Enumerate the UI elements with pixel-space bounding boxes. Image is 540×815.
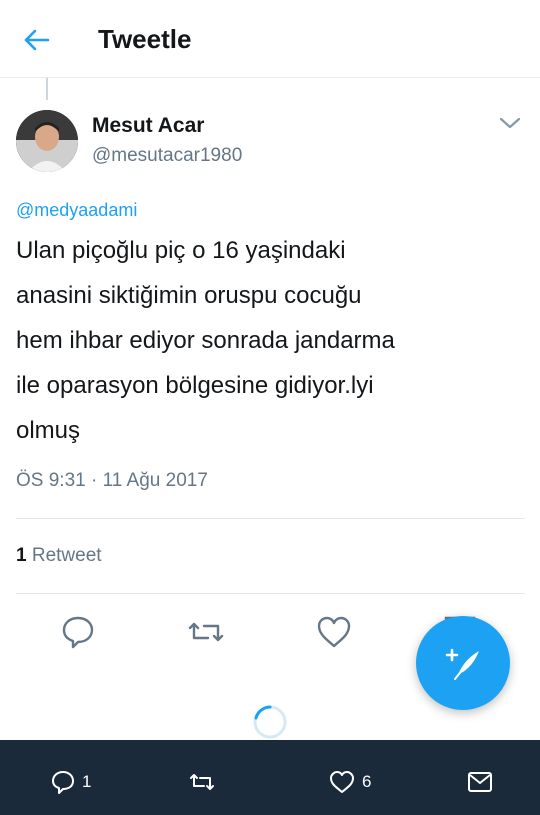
- tweet-text: Ulan piçoğlu piç o 16 yaşindaki anasini …: [16, 237, 395, 444]
- like-icon[interactable]: [314, 612, 354, 652]
- like-icon: [330, 771, 354, 793]
- bottom-retweet-button[interactable]: [188, 768, 216, 796]
- chevron-down-icon[interactable]: [497, 112, 523, 134]
- thread-connector-line: [46, 78, 48, 100]
- reply-to-mention[interactable]: @medyaadami: [16, 200, 137, 221]
- retweet-count: 1: [16, 545, 27, 566]
- author-handle[interactable]: @mesutacar1980: [92, 145, 242, 167]
- like-count: 6: [362, 772, 372, 791]
- arrow-left-icon[interactable]: [18, 22, 54, 58]
- compose-tweet-icon: [445, 648, 479, 680]
- retweet-icon[interactable]: [186, 612, 226, 652]
- bottom-message-button[interactable]: [466, 768, 494, 796]
- author-display-name[interactable]: Mesut Acar: [92, 114, 204, 138]
- bottom-like-button[interactable]: 6: [328, 768, 371, 796]
- avatar-image: [16, 110, 78, 172]
- bottom-reply-button[interactable]: 1: [50, 768, 91, 796]
- retweet-stats[interactable]: 1 Retweet: [16, 545, 102, 567]
- divider: [16, 518, 525, 519]
- retweet-label: Retweet: [31, 545, 102, 566]
- top-app-bar: Tweetle: [0, 0, 540, 78]
- tweet-timestamp: ÖS 9:31 · 11 Ağu 2017: [16, 470, 208, 491]
- loading-spinner: [253, 705, 287, 739]
- avatar[interactable]: [16, 110, 78, 172]
- page-title: Tweetle: [98, 24, 192, 54]
- reply-icon: [52, 771, 74, 794]
- bottom-action-bar: 1 6: [0, 740, 540, 815]
- divider: [16, 593, 525, 594]
- envelope-icon: [468, 772, 492, 792]
- reply-count: 1: [82, 772, 92, 791]
- reply-icon[interactable]: [58, 612, 98, 652]
- retweet-icon: [190, 774, 214, 790]
- compose-tweet-button[interactable]: [416, 616, 510, 710]
